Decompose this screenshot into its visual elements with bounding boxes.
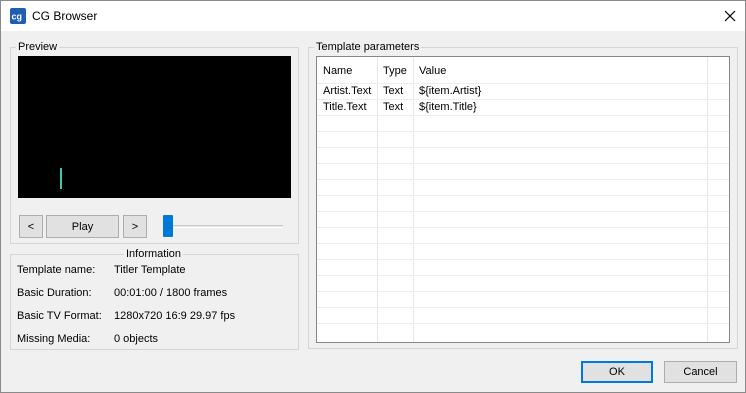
info-label-template-name: Template name: — [17, 264, 96, 276]
preview-caret — [60, 168, 62, 189]
template-parameters-table[interactable]: Name Type Value Artist.Text Text ${item.… — [316, 56, 730, 343]
row-divider — [317, 131, 729, 132]
play-button[interactable]: Play — [46, 215, 119, 238]
info-label-basic-tv-format: Basic TV Format: — [17, 310, 102, 322]
row-divider — [317, 307, 729, 308]
column-header-value[interactable]: Value — [419, 65, 446, 77]
row-divider — [317, 275, 729, 276]
preview-screen — [18, 56, 291, 198]
info-label-missing-media: Missing Media: — [17, 333, 91, 345]
info-value-basic-duration: 00:01:00 / 1800 frames — [114, 287, 228, 299]
row-divider — [317, 147, 729, 148]
row-divider — [317, 99, 729, 100]
cg-app-icon: cg — [10, 8, 26, 24]
cancel-button[interactable]: Cancel — [664, 361, 737, 383]
column-header-name[interactable]: Name — [323, 65, 352, 77]
preview-group-label: Preview — [16, 41, 60, 53]
header-divider — [317, 83, 729, 84]
ok-button[interactable]: OK — [581, 361, 653, 383]
preview-slider-thumb[interactable] — [163, 215, 173, 237]
template-parameters-group-label: Template parameters — [314, 41, 422, 53]
row-divider — [317, 291, 729, 292]
row-divider — [317, 115, 729, 116]
cell-value[interactable]: ${item.Title} — [419, 101, 477, 113]
svg-text:cg: cg — [12, 12, 23, 22]
window-title: CG Browser — [32, 9, 98, 23]
cell-type[interactable]: Text — [383, 101, 403, 113]
cell-name[interactable]: Title.Text — [323, 101, 367, 113]
cg-browser-window: cg CG Browser Preview < Play > Informati… — [0, 0, 746, 393]
row-divider — [317, 163, 729, 164]
row-divider — [317, 179, 729, 180]
cell-value[interactable]: ${item.Artist} — [419, 85, 481, 97]
close-button[interactable] — [715, 1, 745, 31]
next-frame-button[interactable]: > — [123, 215, 147, 238]
preview-slider-track[interactable] — [164, 225, 283, 228]
row-divider — [317, 323, 729, 324]
close-icon — [724, 10, 736, 22]
prev-frame-button[interactable]: < — [19, 215, 43, 238]
row-divider — [317, 227, 729, 228]
column-header-type[interactable]: Type — [383, 65, 407, 77]
row-divider — [317, 211, 729, 212]
row-divider — [317, 195, 729, 196]
row-divider — [317, 259, 729, 260]
cell-name[interactable]: Artist.Text — [323, 85, 371, 97]
title-bar[interactable]: cg CG Browser — [1, 1, 745, 31]
info-value-template-name: Titler Template — [114, 264, 186, 276]
information-group-label: Information — [124, 248, 184, 260]
cell-type[interactable]: Text — [383, 85, 403, 97]
info-label-basic-duration: Basic Duration: — [17, 287, 92, 299]
info-value-missing-media: 0 objects — [114, 333, 159, 345]
row-divider — [317, 243, 729, 244]
info-value-basic-tv-format: 1280x720 16:9 29.97 fps — [114, 310, 236, 322]
